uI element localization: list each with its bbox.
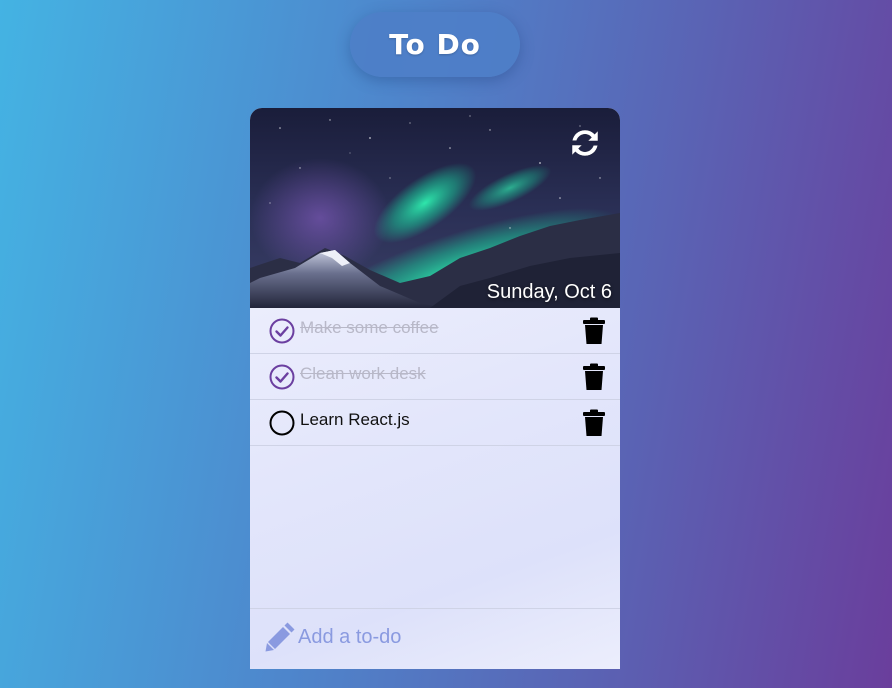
todo-text: Learn React.js <box>300 410 410 429</box>
todo-item: Make some coffee <box>250 308 620 354</box>
todo-text: Clean work desk <box>300 364 426 383</box>
refresh-icon[interactable] <box>568 126 602 160</box>
checked-circle-icon[interactable] <box>269 364 295 390</box>
app-title: To Do <box>389 28 481 61</box>
unchecked-circle-icon[interactable] <box>269 410 295 436</box>
todo-card: Sunday, Oct 6 Make some coffee Clean wor… <box>250 108 620 669</box>
pencil-icon <box>265 622 295 652</box>
aurora-mountain-image <box>250 108 620 308</box>
todo-list: Make some coffee Clean work desk Learn R… <box>250 308 620 446</box>
trash-icon[interactable] <box>582 409 606 437</box>
current-date: Sunday, Oct 6 <box>486 281 612 303</box>
todo-item: Learn React.js <box>250 400 620 446</box>
add-todo-bar <box>250 608 620 669</box>
header-image: Sunday, Oct 6 <box>250 108 620 308</box>
checked-circle-icon[interactable] <box>269 318 295 344</box>
todo-item: Clean work desk <box>250 354 620 400</box>
trash-icon[interactable] <box>582 363 606 391</box>
title-pill: To Do <box>350 12 520 77</box>
trash-icon[interactable] <box>582 317 606 345</box>
add-todo-input[interactable] <box>298 623 598 651</box>
todo-text: Make some coffee <box>300 318 439 337</box>
